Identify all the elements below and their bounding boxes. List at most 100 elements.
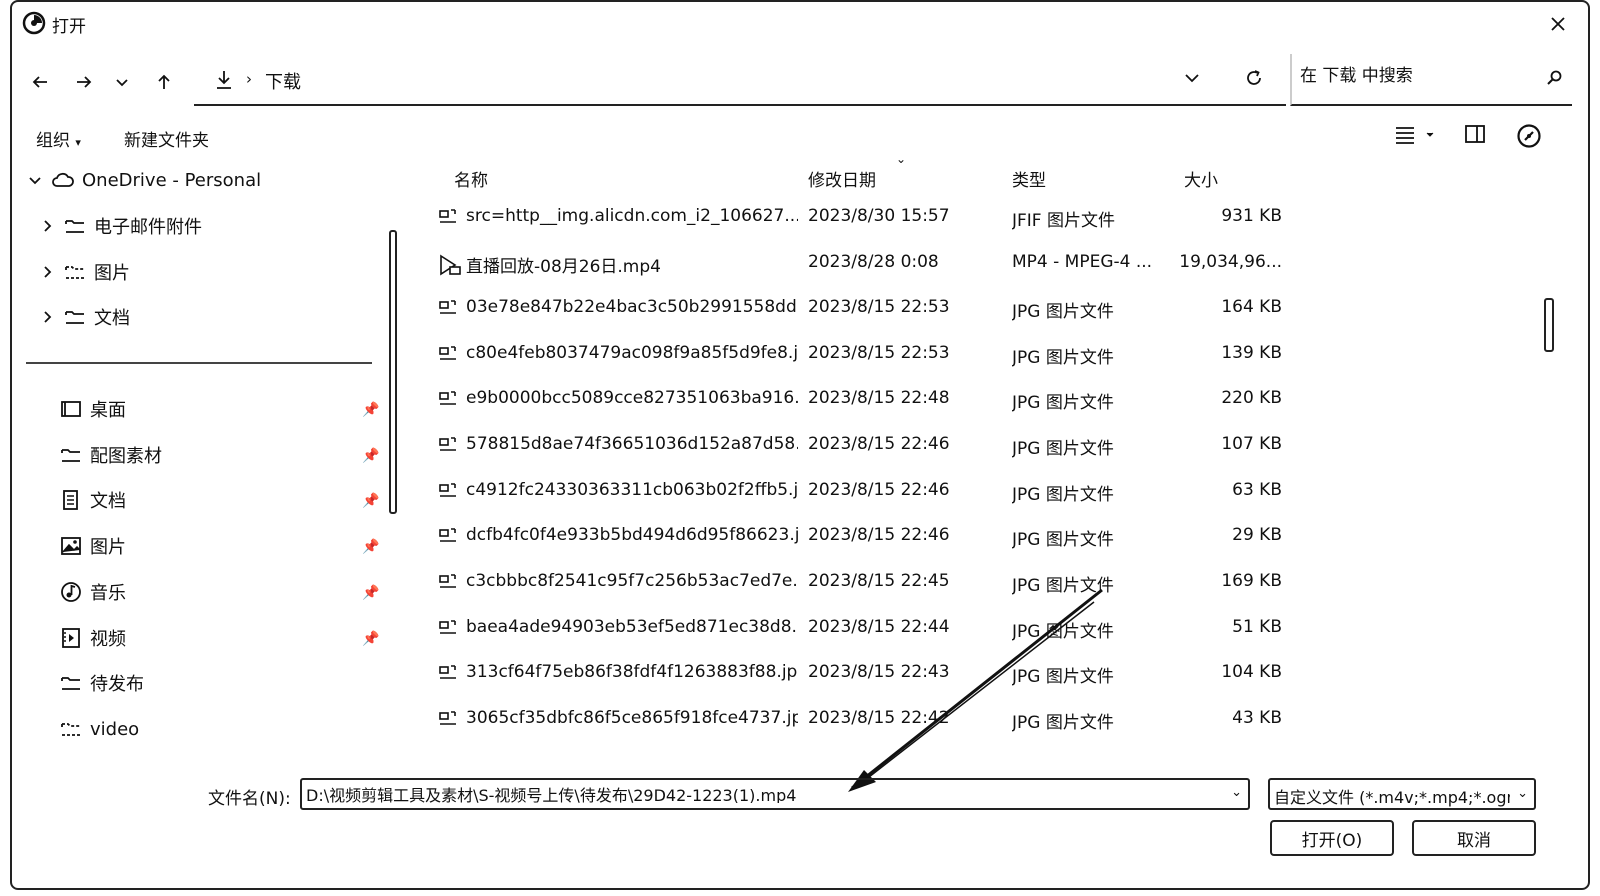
image-file-icon [438,208,460,226]
nav-item-video-folder[interactable]: video [60,711,139,747]
chevron-down-icon[interactable]: ⌄ [1231,785,1242,800]
file-row[interactable]: c3cbbbc8f2541c95f7c256b53ac7ed7e.... 2023… [432,563,1302,605]
view-options-button[interactable] [1394,123,1440,145]
folder-icon [64,309,86,325]
file-row[interactable]: 578815d8ae74f36651036d152a87d58... 2023/8… [432,426,1302,468]
pin-icon[interactable]: 📌 [362,448,379,464]
organize-menu[interactable]: 组织 ▾ [36,126,81,151]
pin-icon[interactable]: 📌 [362,493,379,509]
nav-item-email-attachments[interactable]: 电子邮件附件 [40,208,202,244]
download-icon [214,69,234,91]
desktop-icon [60,400,82,418]
file-type: JPG 图片文件 [1012,713,1114,733]
nav-item-label: 电子邮件附件 [94,217,202,238]
file-row[interactable]: 3065cf35dbfc86f5ce865f918fce4737.jpg 2023… [432,700,1302,742]
file-type: JFIF 图片文件 [1012,211,1115,231]
new-folder-button[interactable]: 新建文件夹 [124,126,209,151]
app-icon [22,11,46,35]
nav-divider [26,362,372,364]
title-bar: 打开 [12,2,1588,46]
nav-item-desktop[interactable]: 桌面 [60,391,126,427]
column-header-size[interactable]: 大小 [1184,166,1218,191]
forward-button[interactable] [68,66,100,98]
up-button[interactable] [148,66,180,98]
help-button[interactable] [1516,123,1542,149]
search-icon[interactable] [1546,70,1562,86]
video-file-icon [438,254,462,276]
folder-icon [64,264,86,280]
file-row[interactable]: src=http__img.alicdn.com_i2_106627... 202… [432,198,1302,240]
breadcrumb-location[interactable]: 下载 [265,68,301,94]
search-input[interactable] [1300,66,1530,86]
pin-icon[interactable]: 📌 [362,539,379,555]
nav-item-images-material[interactable]: 配图素材 [60,437,162,473]
chevron-right-icon[interactable] [40,310,56,324]
recent-locations-button[interactable] [106,66,138,98]
refresh-button[interactable] [1244,68,1264,88]
file-name: 03e78e847b22e4bac3c50b2991558dd... [466,297,798,317]
file-name: baea4ade94903eb53ef5ed871ec38d8... [466,617,798,637]
file-row[interactable]: c4912fc24330363311cb063b02f2ffb5.j... 202… [432,472,1302,514]
chevron-right-icon[interactable] [40,265,56,279]
address-history-dropdown[interactable] [1184,70,1200,86]
file-type: JPG 图片文件 [1012,576,1114,596]
file-date: 2023/8/15 22:48 [808,388,950,408]
window-title: 打开 [52,17,86,37]
nav-scrollbar[interactable] [389,230,397,514]
image-file-icon [438,345,460,363]
file-row[interactable]: 直播回放-08月26日.mp4 2023/8/28 0:08 MP4 - MPEG-… [432,244,1302,286]
chevron-down-icon[interactable] [28,173,44,187]
file-date: 2023/8/30 15:57 [808,206,950,226]
nav-item-label: 文档 [90,491,126,512]
file-row[interactable]: 03e78e847b22e4bac3c50b2991558dd... 2023/8… [432,289,1302,331]
navigation-pane: OneDrive - Personal 电子邮件附件 图片 文档 桌面 📌 配图… [12,162,407,762]
pin-icon[interactable]: 📌 [362,631,379,647]
refresh-icon [1247,70,1261,85]
search-box[interactable] [1290,54,1572,106]
file-date: 2023/8/15 22:46 [808,434,950,454]
nav-item-onedrive-pictures[interactable]: 图片 [40,254,130,290]
file-date: 2023/8/15 22:42 [808,708,950,728]
back-button[interactable] [24,66,56,98]
folder-icon [60,447,82,463]
filename-input[interactable] [306,784,1216,803]
open-button[interactable]: 打开(O) [1270,820,1394,856]
arrow-right-icon [77,76,92,88]
chevron-right-icon[interactable] [40,219,56,233]
nav-item-pictures[interactable]: 图片 [60,528,126,564]
nav-item-documents[interactable]: 文档 [60,482,126,518]
file-row[interactable]: c80e4feb8037479ac098f9a85f5d9fe8.j... 202… [432,335,1302,377]
file-row[interactable]: 313cf64f75eb86f38fdf4f1263883f88.jpg 2023… [432,654,1302,696]
sort-indicator-icon: ⌄ [896,152,907,166]
file-row[interactable]: e9b0000bcc5089cce827351063ba916... 2023/8… [432,380,1302,422]
file-row[interactable]: baea4ade94903eb53ef5ed871ec38d8... 2023/8… [432,609,1302,651]
nav-item-label: 文档 [94,308,130,329]
file-type: JPG 图片文件 [1012,530,1114,550]
column-header-name[interactable]: 名称 [454,166,488,191]
file-list-scrollbar[interactable] [1544,298,1554,352]
column-header-date[interactable]: 修改日期 [808,166,876,191]
nav-item-onedrive[interactable]: OneDrive - Personal [28,162,261,198]
close-button[interactable] [1544,10,1572,38]
image-file-icon [438,619,460,637]
column-header-type[interactable]: 类型 [1012,166,1046,191]
nav-item-pending-publish[interactable]: 待发布 [60,665,144,701]
file-date: 2023/8/15 22:53 [808,343,950,363]
nav-item-videos[interactable]: 视频 [60,620,126,656]
nav-item-label: 桌面 [90,400,126,421]
file-type-filter[interactable]: 自定义文件 (*.m4v;*.mp4;*.ogm) ⌄ [1268,778,1536,810]
music-icon [60,581,82,603]
file-row[interactable]: dcfb4fc0f4e933b5bd494d6d95f86623.j... 202… [432,517,1302,559]
chevron-down-icon: ⌄ [1517,786,1528,801]
preview-pane-button[interactable] [1464,123,1486,145]
file-name: 578815d8ae74f36651036d152a87d58... [466,434,798,454]
cancel-button[interactable]: 取消 [1412,820,1536,856]
address-bar[interactable]: › 下载 [194,56,1286,106]
pin-icon[interactable]: 📌 [362,585,379,601]
filename-label: 文件名(N): [208,789,291,809]
nav-item-music[interactable]: 音乐 [60,574,126,610]
filename-field[interactable]: ⌄ [300,778,1250,810]
file-size: 139 KB [1221,343,1282,363]
pin-icon[interactable]: 📌 [362,402,379,418]
nav-item-onedrive-documents[interactable]: 文档 [40,299,130,335]
